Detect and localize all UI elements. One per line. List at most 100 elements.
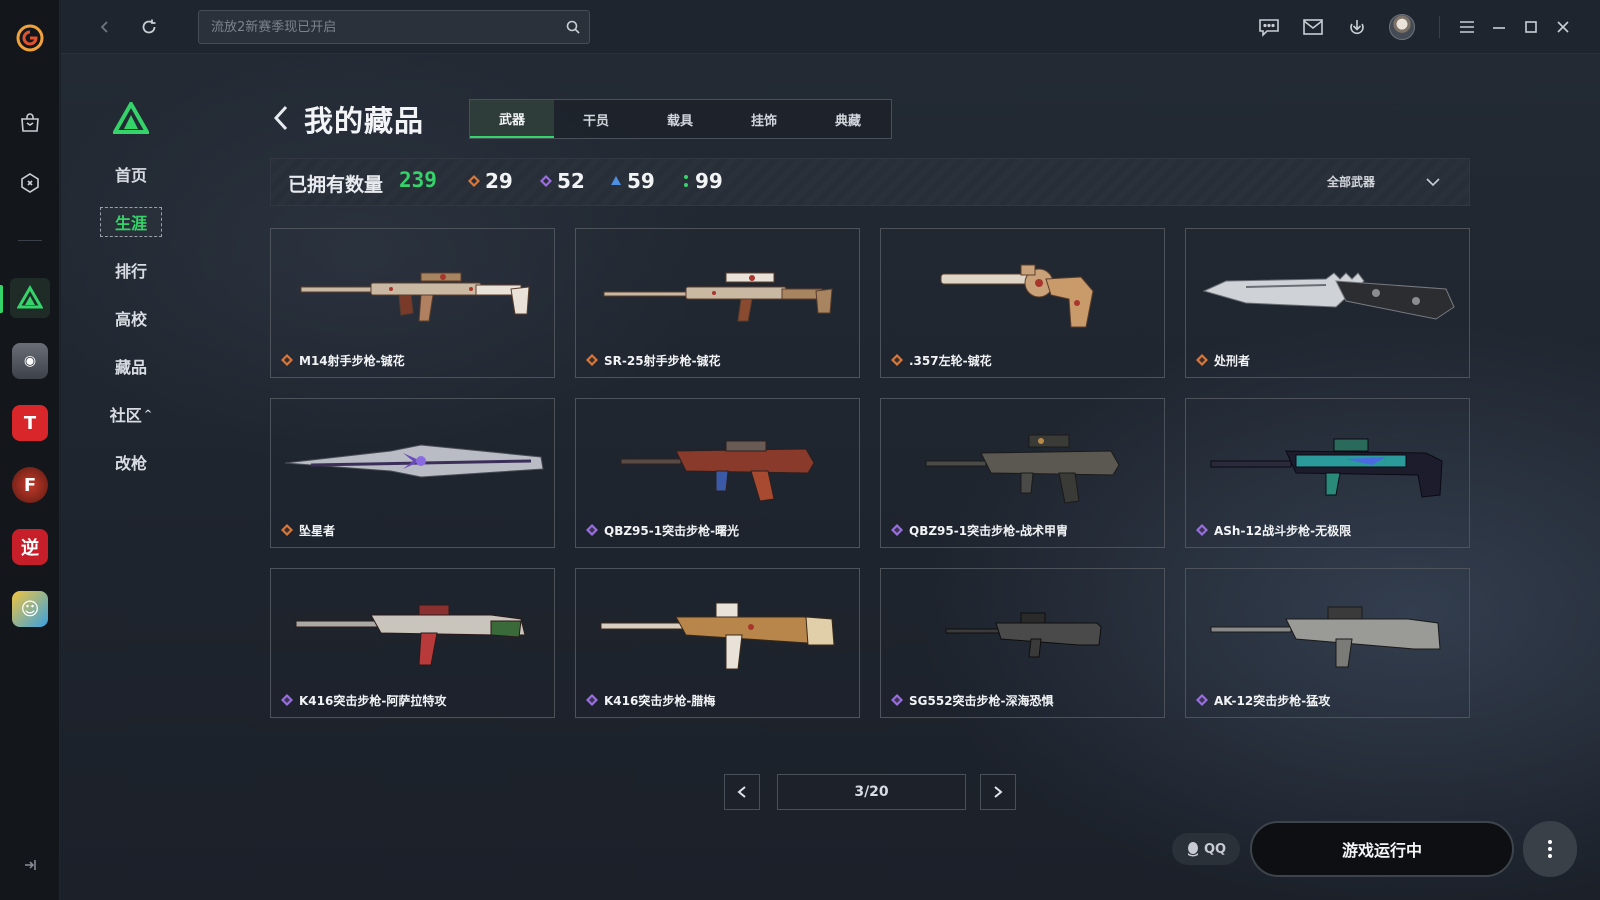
card-name: 坠星者 — [299, 524, 336, 538]
card-name: QBZ95-1突击步枪-曙光 — [604, 524, 740, 538]
rifle-icon — [925, 434, 1120, 504]
collection-card[interactable]: QBZ95-1突击步枪-战术甲胄 — [880, 398, 1165, 548]
menu-icon[interactable] — [1453, 13, 1481, 41]
search-icon[interactable] — [565, 19, 581, 39]
card-name: 处刑者 — [1214, 354, 1251, 368]
collection-card[interactable]: SR-25射手步枪-铖花 — [575, 228, 860, 378]
card-name: K416突击步枪-腊梅 — [604, 694, 716, 708]
knife-icon — [1202, 272, 1455, 320]
page-indicator: 3/20 — [777, 774, 966, 810]
tab-premium[interactable]: 典藏 — [806, 100, 890, 138]
category-tabs: 武器 干员 载具 挂饰 典藏 — [469, 99, 892, 139]
minimize-icon[interactable] — [1485, 13, 1513, 41]
tab-operators[interactable]: 干员 — [554, 100, 638, 138]
shop-bag-icon[interactable] — [10, 103, 50, 143]
rifle-icon — [603, 272, 833, 322]
crossfire-app-icon[interactable]: F — [10, 465, 50, 505]
game-tag-icon[interactable] — [10, 163, 50, 203]
rarity-icon — [891, 354, 903, 366]
chevron-right-icon — [994, 786, 1003, 798]
card-name: M14射手步枪-铖花 — [299, 354, 405, 368]
wegame-logo[interactable] — [10, 18, 50, 58]
orange-diamond-icon — [468, 175, 480, 187]
card-name: ASh-12战斗步枪-无极限 — [1214, 524, 1352, 538]
page-back-icon[interactable] — [272, 104, 290, 136]
collection-card[interactable]: QBZ95-1突击步枪-曙光 — [575, 398, 860, 548]
collection-card[interactable]: K416突击步枪-阿萨拉特攻 — [270, 568, 555, 718]
party-game-app-icon[interactable]: ☺ — [10, 589, 50, 629]
rarity-icon — [891, 694, 903, 706]
collection-card[interactable]: 坠星者 — [270, 398, 555, 548]
collapse-rail-icon[interactable] — [10, 845, 50, 885]
nav-home[interactable]: 首页 — [100, 159, 162, 189]
rifle-icon — [1210, 606, 1441, 668]
nishuihan-app-icon[interactable]: 逆 — [10, 527, 50, 567]
close-icon[interactable] — [1549, 13, 1577, 41]
nav-college[interactable]: 高校 — [100, 303, 162, 333]
collection-card[interactable]: AK-12突击步枪-猛攻 — [1185, 568, 1470, 718]
download-icon[interactable] — [1343, 13, 1371, 41]
app-rail: ◉ T F 逆 ☺ — [0, 0, 60, 900]
rail-divider — [18, 240, 42, 241]
rarity-stat-purple: 52 — [540, 169, 585, 193]
collection-card[interactable]: .357左轮-铖花 — [880, 228, 1165, 378]
card-name: .357左轮-铖花 — [909, 354, 992, 368]
nav-ranking-label: 排行 — [114, 262, 147, 281]
nav-community[interactable]: 社区 ^ — [100, 399, 162, 429]
rarity-icon — [586, 524, 598, 536]
next-page-button[interactable] — [980, 774, 1016, 810]
nav-collection-label: 藏品 — [114, 358, 147, 377]
qq-penguin-icon — [1187, 842, 1198, 857]
collection-card[interactable]: M14射手步枪-铖花 — [270, 228, 555, 378]
tf-app-icon[interactable]: T — [10, 403, 50, 443]
rarity-stat-blue: 59 — [610, 169, 655, 193]
rarity-count-green: 99 — [695, 169, 723, 193]
owned-label: 已拥有数量 — [288, 174, 384, 196]
rifle-icon — [620, 440, 815, 502]
rifle-icon — [300, 272, 530, 322]
collection-card[interactable]: ASh-12战斗步枪-无极限 — [1185, 398, 1470, 548]
more-options-button[interactable] — [1523, 821, 1577, 877]
refresh-button[interactable] — [135, 13, 163, 41]
prev-page-button[interactable] — [724, 774, 760, 810]
pubg-app-icon[interactable]: ◉ — [10, 341, 50, 381]
nav-gunsmith[interactable]: 改枪 — [100, 447, 162, 477]
tab-vehicles[interactable]: 载具 — [638, 100, 722, 138]
page-title: 我的藏品 — [304, 104, 425, 138]
delta-force-logo — [111, 99, 151, 138]
rail-active-indicator — [0, 285, 3, 313]
collection-card[interactable]: K416突击步枪-腊梅 — [575, 568, 860, 718]
rifle-icon — [295, 604, 526, 666]
back-button[interactable] — [91, 13, 119, 41]
owned-count: 239 — [399, 168, 437, 192]
tab-weapons[interactable]: 武器 — [470, 100, 554, 138]
rifle-icon — [1210, 438, 1443, 498]
delta-force-app-icon[interactable] — [10, 278, 50, 318]
weapon-filter-dropdown[interactable]: 全部武器 — [1327, 173, 1441, 190]
nav-career-label: 生涯 — [114, 214, 147, 233]
nav-community-label: 社区 — [109, 406, 142, 425]
tab-charms[interactable]: 挂饰 — [722, 100, 806, 138]
avatar[interactable] — [1389, 14, 1415, 40]
mail-icon[interactable] — [1299, 13, 1327, 41]
rarity-icon — [586, 354, 598, 366]
chat-icon[interactable] — [1255, 13, 1283, 41]
rarity-count-blue: 59 — [627, 169, 655, 193]
nav-ranking[interactable]: 排行 — [100, 255, 162, 285]
maximize-icon[interactable] — [1517, 13, 1545, 41]
chevron-up-icon: ^ — [143, 408, 153, 420]
collection-stats-bar: 已拥有数量 239 29 52 59 99 全部武器 — [270, 158, 1470, 206]
nav-collection[interactable]: 藏品 — [100, 351, 162, 381]
blue-triangle-icon — [611, 176, 621, 185]
game-running-button[interactable]: 游戏运行中 — [1250, 821, 1514, 877]
qq-button[interactable]: QQ — [1172, 833, 1240, 865]
revolver-icon — [940, 264, 1094, 328]
rarity-count-purple: 52 — [557, 169, 585, 193]
rarity-stat-green: 99 — [682, 169, 723, 193]
collection-card[interactable]: SG552突击步枪-深海恐惧 — [880, 568, 1165, 718]
chevron-left-icon — [737, 786, 746, 798]
blade-icon — [284, 444, 544, 478]
nav-career[interactable]: 生涯 — [100, 207, 162, 237]
search-input[interactable] — [199, 11, 559, 43]
collection-card[interactable]: 处刑者 — [1185, 228, 1470, 378]
